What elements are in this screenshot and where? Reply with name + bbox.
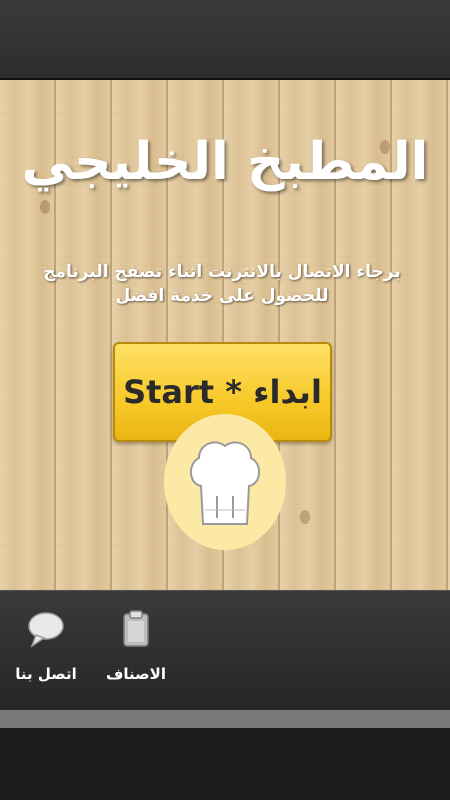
nav-contact-us-label: اتصل بنا	[15, 665, 77, 683]
internet-notice-text: برجاء الاتصال بالانترنت اثناء تصفح البرن…	[43, 262, 401, 306]
clipboard-icon	[123, 610, 149, 647]
top-action-bar	[0, 0, 450, 80]
chef-badge	[164, 414, 286, 550]
wood-knot	[300, 510, 310, 524]
system-bottom-area	[0, 728, 450, 800]
app-title: المطبخ الخليجي	[21, 132, 429, 192]
nav-categories-label: الاصناف	[106, 665, 166, 683]
wood-background-panel: المطبخ الخليجي برجاء الاتصال بالانترنت ا…	[0, 80, 450, 590]
chef-hat-icon	[190, 441, 260, 525]
separator-strip	[0, 710, 450, 728]
nav-categories[interactable]: الاصناف	[96, 609, 176, 699]
wood-knot	[40, 200, 50, 214]
bottom-navigation-bar: اتصل بنا الاصناف	[0, 590, 450, 710]
speech-bubble-icon	[28, 612, 64, 648]
nav-contact-us[interactable]: اتصل بنا	[6, 609, 86, 699]
